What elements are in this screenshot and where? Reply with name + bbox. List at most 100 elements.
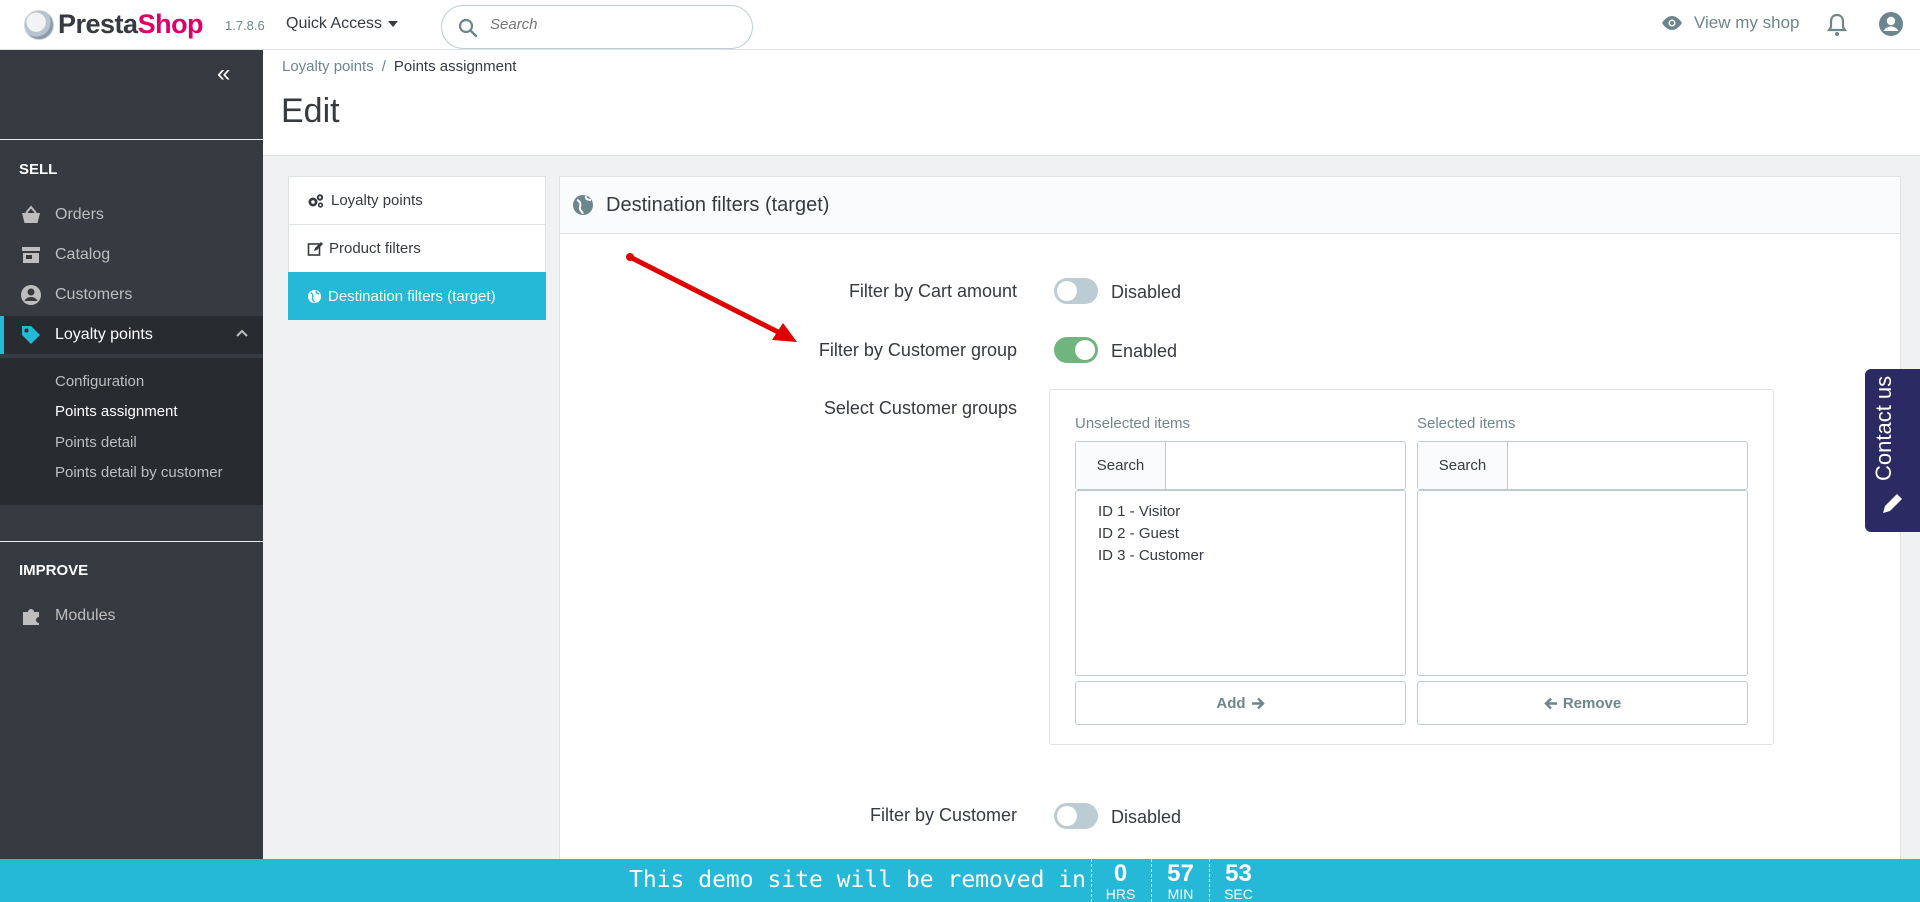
- collapse-sidebar-icon[interactable]: «: [217, 60, 230, 88]
- submenu-points-detail-by-customer[interactable]: Points detail by customer: [55, 464, 223, 481]
- panel-title: Destination filters (target): [606, 193, 830, 216]
- sidebar-item-label: Loyalty points: [55, 326, 153, 343]
- edit-icon: [307, 241, 323, 257]
- filter-customer-group-label: Filter by Customer group: [818, 340, 1017, 360]
- demo-message: This demo site will be removed in: [629, 867, 1086, 893]
- selected-items-list[interactable]: [1417, 490, 1748, 676]
- unselected-search[interactable]: Search: [1075, 441, 1406, 490]
- form-tabs: Loyalty points Product filters Destinati…: [288, 176, 546, 320]
- view-shop-link[interactable]: View my shop: [1660, 13, 1800, 33]
- loyalty-submenu: Configuration Points assignment Points d…: [0, 358, 263, 505]
- sidebar-item-label: Customers: [55, 286, 133, 303]
- quick-access-dropdown[interactable]: Quick Access: [286, 15, 399, 33]
- globe-icon: [307, 289, 322, 304]
- countdown-seconds-label: SEC: [1224, 886, 1253, 902]
- unselected-search-addon: Search: [1076, 442, 1166, 489]
- list-item[interactable]: ID 2 - Guest: [1076, 523, 1405, 545]
- countdown-minutes: 57 MIN: [1151, 859, 1209, 902]
- filter-cart-amount-switch[interactable]: [1054, 278, 1098, 304]
- sidebar-item-label: Catalog: [55, 246, 111, 263]
- caret-down-icon: [388, 20, 399, 27]
- eye-icon: [1662, 16, 1682, 30]
- contact-us-label: Contact us: [1871, 375, 1896, 481]
- contact-us-tab[interactable]: Contact us: [1865, 369, 1920, 532]
- list-item[interactable]: ID 3 - Customer: [1076, 545, 1405, 567]
- selected-search[interactable]: Search: [1417, 441, 1748, 490]
- select-customer-groups-label: Select Customer groups: [823, 398, 1017, 418]
- section-improve: IMPROVE: [19, 562, 89, 579]
- sidebar: « SELL Orders Catalog Customers Loyalty …: [0, 50, 263, 859]
- countdown-minutes-label: MIN: [1167, 886, 1194, 902]
- puffin-logo-icon: [24, 9, 54, 40]
- add-label: Add: [1216, 694, 1246, 712]
- sidebar-item-catalog[interactable]: Catalog: [0, 236, 263, 274]
- filter-customer-switch[interactable]: [1054, 803, 1098, 829]
- sidebar-item-loyalty-points[interactable]: Loyalty points: [0, 316, 263, 354]
- user-account-icon[interactable]: [1878, 11, 1904, 37]
- panel-heading: Destination filters (target): [560, 177, 1900, 234]
- breadcrumb-separator: /: [381, 58, 386, 75]
- submenu-configuration[interactable]: Configuration: [55, 373, 144, 390]
- submenu-points-detail[interactable]: Points detail: [55, 434, 137, 451]
- countdown-hours-value: 0: [1113, 860, 1128, 887]
- breadcrumb-parent[interactable]: Loyalty points: [282, 58, 374, 75]
- customer-groups-swap: Unselected items Selected items Search S…: [1049, 389, 1774, 745]
- basket-icon: [19, 203, 43, 227]
- filter-cart-amount-state: Disabled: [1111, 282, 1182, 302]
- filter-cart-amount-label: Filter by Cart amount: [848, 281, 1017, 301]
- arrow-left-icon: [1544, 697, 1557, 709]
- selected-search-addon: Search: [1418, 442, 1508, 489]
- countdown-seconds: 53 SEC: [1209, 859, 1267, 902]
- page-title: Edit: [281, 92, 340, 130]
- add-button[interactable]: Add: [1075, 681, 1406, 725]
- countdown-minutes-value: 57: [1167, 860, 1194, 887]
- unselected-items-title: Unselected items: [1075, 415, 1191, 432]
- sidebar-item-orders[interactable]: Orders: [0, 196, 263, 234]
- header-search-input[interactable]: [490, 16, 730, 33]
- quick-access-label: Quick Access: [286, 15, 383, 32]
- sidebar-item-label: Modules: [55, 607, 116, 624]
- countdown-seconds-value: 53: [1225, 860, 1252, 887]
- sidebar-item-label: Orders: [55, 206, 104, 223]
- header-search[interactable]: [441, 5, 753, 49]
- filter-customer-group-switch[interactable]: [1054, 337, 1098, 363]
- remove-label: Remove: [1562, 694, 1622, 712]
- switch-knob: [1075, 340, 1095, 360]
- bell-icon[interactable]: [1826, 13, 1848, 37]
- tab-loyalty-points[interactable]: Loyalty points: [288, 176, 546, 224]
- submenu-points-assignment[interactable]: Points assignment: [55, 403, 178, 420]
- arrow-right-icon: [1251, 697, 1265, 709]
- countdown-hours-label: HRS: [1105, 886, 1136, 902]
- filter-customer-group-state: Enabled: [1111, 341, 1178, 361]
- countdown-hours: 0 HRS: [1091, 859, 1149, 902]
- tab-product-filters[interactable]: Product filters: [288, 224, 546, 272]
- chevron-up-icon: [236, 329, 248, 337]
- page-head: Loyalty points / Points assignment Edit: [263, 50, 1920, 156]
- sidebar-item-modules[interactable]: Modules: [0, 597, 263, 635]
- sidebar-divider: [0, 139, 263, 140]
- search-icon: [458, 18, 478, 38]
- pencil-icon: [1883, 494, 1902, 513]
- prestashop-logo[interactable]: PrestaShop: [24, 9, 204, 40]
- breadcrumb-current: Points assignment: [393, 58, 517, 75]
- cogs-icon: [307, 193, 325, 209]
- tab-destination-filters[interactable]: Destination filters (target): [288, 272, 546, 320]
- account-circle-icon: [19, 283, 43, 307]
- switch-knob: [1057, 281, 1077, 301]
- breadcrumb: Loyalty points / Points assignment: [282, 58, 516, 75]
- section-sell: SELL: [19, 161, 58, 178]
- switch-knob: [1057, 806, 1077, 826]
- store-icon: [19, 243, 43, 267]
- top-header: PrestaShop 1.7.8.6 Quick Access View my …: [0, 0, 1920, 50]
- brand-prefix: Presta: [58, 9, 138, 39]
- filter-customer-state: Disabled: [1111, 807, 1182, 827]
- list-item[interactable]: ID 1 - Visitor: [1076, 501, 1405, 523]
- unselected-items-list[interactable]: ID 1 - Visitor ID 2 - Guest ID 3 - Custo…: [1075, 490, 1406, 676]
- tab-label: Destination filters (target): [328, 287, 496, 305]
- sidebar-item-customers[interactable]: Customers: [0, 276, 263, 314]
- version-label: 1.7.8.6: [225, 18, 265, 33]
- remove-button[interactable]: Remove: [1417, 681, 1748, 725]
- tab-label: Product filters: [329, 240, 421, 257]
- filter-customer-label: Filter by Customer: [869, 805, 1017, 825]
- tag-icon: [19, 323, 43, 347]
